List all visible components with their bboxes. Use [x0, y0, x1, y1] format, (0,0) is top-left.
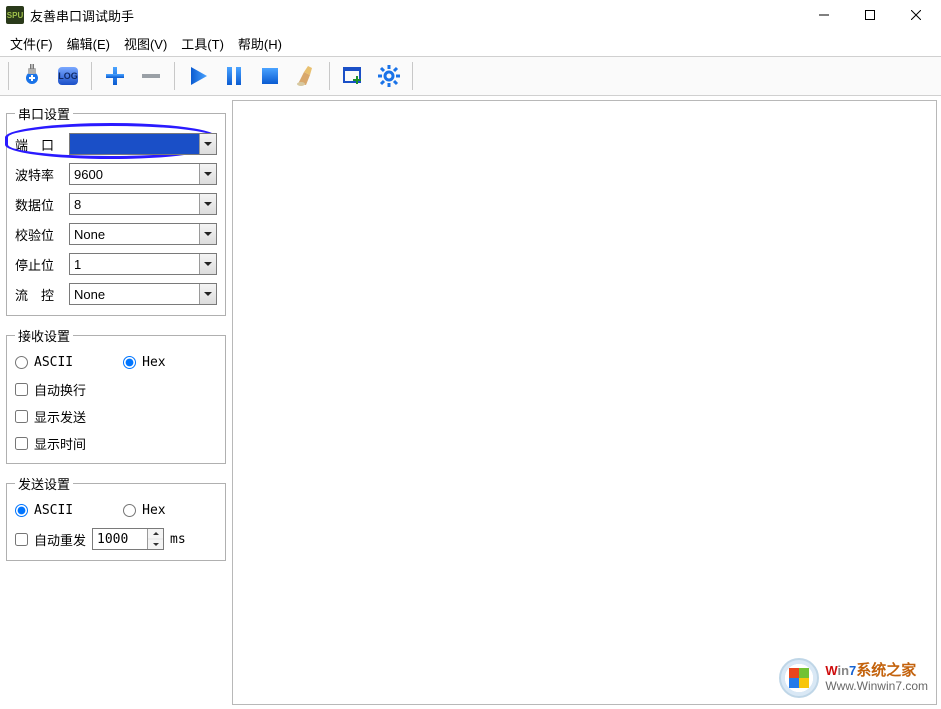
remove-button[interactable]	[134, 59, 168, 93]
menu-tools[interactable]: 工具(T)	[175, 31, 230, 56]
window-title: 友善串口调试助手	[30, 6, 134, 25]
send-hex-radio[interactable]	[123, 504, 136, 517]
databits-label: 数据位	[15, 195, 63, 214]
sidebar: 串口设置 端 口 波特率 9600 数据位 8 校验位 None 停止位 1	[0, 96, 232, 709]
connect-button[interactable]	[15, 59, 49, 93]
stopbits-select[interactable]: 1	[69, 253, 217, 275]
watermark-url: Www.Winwin7.com	[825, 680, 928, 693]
auto-wrap-checkbox[interactable]	[15, 383, 28, 396]
settings-button[interactable]	[372, 59, 406, 93]
toolbar: LOG	[0, 56, 941, 96]
recv-hex-label: Hex	[142, 355, 165, 370]
send-hex-label: Hex	[142, 503, 165, 518]
port-label: 端 口	[15, 135, 63, 154]
add-button[interactable]	[98, 59, 132, 93]
flow-label: 流 控	[15, 285, 63, 304]
close-button[interactable]	[893, 0, 939, 30]
menu-help[interactable]: 帮助(H)	[232, 31, 288, 56]
show-time-checkbox[interactable]	[15, 437, 28, 450]
watermark-brand: Win7系统之家	[825, 663, 928, 680]
parity-label: 校验位	[15, 225, 63, 244]
window-controls	[801, 0, 939, 30]
show-time-label: 显示时间	[34, 434, 86, 453]
send-ascii-label: ASCII	[34, 503, 73, 518]
resend-interval-input[interactable]: 1000	[92, 528, 164, 550]
baud-label: 波特率	[15, 165, 63, 184]
recv-ascii-radio[interactable]	[15, 356, 28, 369]
watermark-logo-icon	[779, 658, 819, 698]
port-select[interactable]	[69, 133, 217, 155]
baud-select[interactable]: 9600	[69, 163, 217, 185]
send-settings-group: 发送设置 ASCII Hex 自动重发 1000 ms	[6, 474, 226, 561]
pause-button[interactable]	[217, 59, 251, 93]
auto-resend-checkbox[interactable]	[15, 533, 28, 546]
show-send-checkbox[interactable]	[15, 410, 28, 423]
title-bar: SPU 友善串口调试助手	[0, 0, 941, 30]
menu-bar: 文件(F) 编辑(E) 视图(V) 工具(T) 帮助(H)	[0, 30, 941, 56]
resend-unit-label: ms	[170, 532, 186, 547]
menu-view[interactable]: 视图(V)	[118, 31, 173, 56]
recv-settings-legend: 接收设置	[15, 326, 73, 345]
main-area: 串口设置 端 口 波特率 9600 数据位 8 校验位 None 停止位 1	[0, 96, 941, 709]
stop-button[interactable]	[253, 59, 287, 93]
output-area[interactable]: Win7系统之家 Www.Winwin7.com	[232, 100, 937, 705]
send-ascii-radio[interactable]	[15, 504, 28, 517]
menu-file[interactable]: 文件(F)	[4, 31, 59, 56]
menu-edit[interactable]: 编辑(E)	[61, 31, 116, 56]
play-button[interactable]	[181, 59, 215, 93]
auto-wrap-label: 自动换行	[34, 380, 86, 399]
stopbits-label: 停止位	[15, 255, 63, 274]
log-button[interactable]: LOG	[51, 59, 85, 93]
recv-hex-radio[interactable]	[123, 356, 136, 369]
app-icon: SPU	[6, 6, 24, 24]
auto-resend-label: 自动重发	[34, 530, 86, 549]
send-settings-legend: 发送设置	[15, 474, 73, 493]
serial-settings-group: 串口设置 端 口 波特率 9600 数据位 8 校验位 None 停止位 1	[6, 104, 226, 316]
parity-select[interactable]: None	[69, 223, 217, 245]
recv-ascii-label: ASCII	[34, 355, 73, 370]
databits-select[interactable]: 8	[69, 193, 217, 215]
new-window-button[interactable]	[336, 59, 370, 93]
recv-settings-group: 接收设置 ASCII Hex 自动换行 显示发送	[6, 326, 226, 464]
clear-button[interactable]	[289, 59, 323, 93]
serial-settings-legend: 串口设置	[15, 104, 73, 123]
minimize-button[interactable]	[801, 0, 847, 30]
flow-select[interactable]: None	[69, 283, 217, 305]
show-send-label: 显示发送	[34, 407, 86, 426]
watermark: Win7系统之家 Www.Winwin7.com	[779, 658, 928, 698]
maximize-button[interactable]	[847, 0, 893, 30]
svg-text:LOG: LOG	[58, 71, 78, 81]
